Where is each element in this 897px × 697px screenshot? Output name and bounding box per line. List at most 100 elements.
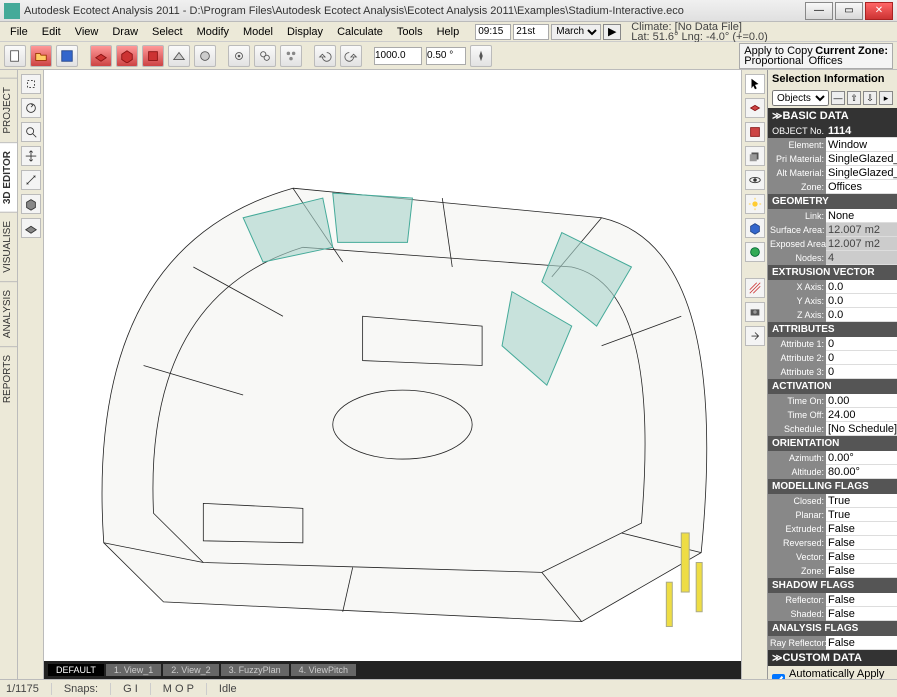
nav-first-button[interactable]: — <box>831 91 845 105</box>
tool-rotate-icon[interactable] <box>21 98 41 118</box>
attr3-value[interactable]: 0 <box>826 365 897 379</box>
view-tab-2[interactable]: 2. View_2 <box>163 664 218 676</box>
object-type-select[interactable]: Objects <box>772 90 829 106</box>
tab-reports[interactable]: REPORTS <box>0 346 17 411</box>
azimuth-value[interactable]: 0.00° <box>826 451 897 465</box>
schedule-value[interactable]: [No Schedule] <box>826 422 897 436</box>
step-input[interactable] <box>426 47 466 65</box>
tool-sphere-button[interactable] <box>194 45 216 67</box>
zone-value[interactable]: Offices <box>826 180 897 194</box>
menu-select[interactable]: Select <box>146 24 189 40</box>
export-icon[interactable] <box>745 326 765 346</box>
visibility-icon[interactable] <box>745 170 765 190</box>
zone-flag-value[interactable]: False <box>826 564 897 578</box>
zones-icon[interactable] <box>745 98 765 118</box>
y-axis-value[interactable]: 0.0 <box>826 294 897 308</box>
view-tab-default[interactable]: DEFAULT <box>48 664 104 676</box>
reflector-value[interactable]: False <box>826 593 897 607</box>
view-tab-4[interactable]: 4. ViewPitch <box>291 664 356 676</box>
tool-box3-button[interactable] <box>142 45 164 67</box>
section-attributes[interactable]: ATTRIBUTES <box>768 322 897 337</box>
nav-up-button[interactable]: ⇧ <box>847 91 861 105</box>
tab-3d-editor[interactable]: 3D EDITOR <box>0 142 17 212</box>
section-analysis-flags[interactable]: ANALYSIS FLAGS <box>768 621 897 636</box>
minimize-button[interactable]: — <box>805 2 833 20</box>
view-tab-3[interactable]: 3. FuzzyPlan <box>221 664 289 676</box>
tab-project[interactable]: PROJECT <box>0 78 17 142</box>
auto-apply-checkbox[interactable]: Automatically Apply Changes <box>772 668 893 679</box>
menu-tools[interactable]: Tools <box>391 24 429 40</box>
save-button[interactable] <box>56 45 78 67</box>
section-geometry[interactable]: GEOMETRY <box>768 194 897 209</box>
x-axis-value[interactable]: 0.0 <box>826 280 897 294</box>
section-shadow-flags[interactable]: SHADOW FLAGS <box>768 578 897 593</box>
materials-icon[interactable] <box>745 122 765 142</box>
time-on-value[interactable]: 0.00 <box>826 394 897 408</box>
extruded-value[interactable]: False <box>826 522 897 536</box>
time-day-input[interactable] <box>513 24 549 40</box>
view-tab-1[interactable]: 1. View_1 <box>106 664 161 676</box>
redo-button[interactable] <box>340 45 362 67</box>
camera-icon[interactable] <box>745 302 765 322</box>
tool-gear2-button[interactable] <box>254 45 276 67</box>
tool-box-button[interactable] <box>90 45 112 67</box>
tool-measure-icon[interactable] <box>21 170 41 190</box>
menu-calculate[interactable]: Calculate <box>331 24 389 40</box>
element-value[interactable]: Window <box>826 138 897 152</box>
open-button[interactable] <box>30 45 52 67</box>
nav-menu-button[interactable]: ▸ <box>879 91 893 105</box>
closed-value[interactable]: True <box>826 494 897 508</box>
shadows-icon[interactable] <box>745 146 765 166</box>
tool-move-icon[interactable] <box>21 146 41 166</box>
tool-select-icon[interactable] <box>21 74 41 94</box>
new-button[interactable] <box>4 45 26 67</box>
cube-blue-icon[interactable] <box>745 218 765 238</box>
menu-modify[interactable]: Modify <box>191 24 235 40</box>
vector-value[interactable]: False <box>826 550 897 564</box>
altitude-value[interactable]: 80.00° <box>826 465 897 479</box>
tool-gear-button[interactable] <box>228 45 250 67</box>
maximize-button[interactable]: ▭ <box>835 2 863 20</box>
play-button[interactable]: ▶ <box>603 24 621 40</box>
time-month-select[interactable]: March <box>551 24 601 40</box>
tool-plane-icon[interactable] <box>21 218 41 238</box>
globe-icon[interactable] <box>745 242 765 262</box>
attr1-value[interactable]: 0 <box>826 337 897 351</box>
section-custom-data[interactable]: ≫ CUSTOM DATA <box>768 650 897 666</box>
time-off-value[interactable]: 24.00 <box>826 408 897 422</box>
z-axis-value[interactable]: 0.0 <box>826 308 897 322</box>
time-hour-input[interactable] <box>475 24 511 40</box>
section-extrusion[interactable]: EXTRUSION VECTOR <box>768 265 897 280</box>
sun-icon[interactable] <box>745 194 765 214</box>
tool-cube-icon[interactable] <box>21 194 41 214</box>
tool-cluster-button[interactable] <box>280 45 302 67</box>
section-activation[interactable]: ACTIVATION <box>768 379 897 394</box>
tool-zoom-icon[interactable] <box>21 122 41 142</box>
alt-material-value[interactable]: SingleGlazed_Tir <box>826 166 897 180</box>
close-button[interactable]: ✕ <box>865 2 893 20</box>
tab-analysis[interactable]: ANALYSIS <box>0 281 17 346</box>
attr2-value[interactable]: 0 <box>826 351 897 365</box>
menu-model[interactable]: Model <box>237 24 279 40</box>
ray-reflector-value[interactable]: False <box>826 636 897 650</box>
menu-edit[interactable]: Edit <box>36 24 67 40</box>
section-modelling-flags[interactable]: MODELLING FLAGS <box>768 479 897 494</box>
section-basic-data[interactable]: ≫ BASIC DATA <box>768 108 897 124</box>
scale-input[interactable] <box>374 47 422 65</box>
tab-visualise[interactable]: VISUALISE <box>0 212 17 281</box>
menu-view[interactable]: View <box>69 24 105 40</box>
3d-canvas[interactable] <box>44 70 741 661</box>
nav-down-button[interactable]: ⇩ <box>863 91 877 105</box>
rays-icon[interactable] <box>745 278 765 298</box>
tool-box2-button[interactable] <box>116 45 138 67</box>
shaded-value[interactable]: False <box>826 607 897 621</box>
menu-file[interactable]: File <box>4 24 34 40</box>
reversed-value[interactable]: False <box>826 536 897 550</box>
undo-button[interactable] <box>314 45 336 67</box>
menu-help[interactable]: Help <box>431 24 466 40</box>
link-value[interactable]: None <box>826 209 897 223</box>
menu-draw[interactable]: Draw <box>106 24 144 40</box>
tool-prism-button[interactable] <box>168 45 190 67</box>
section-orientation[interactable]: ORIENTATION <box>768 436 897 451</box>
pri-material-value[interactable]: SingleGlazed_Tir <box>826 152 897 166</box>
